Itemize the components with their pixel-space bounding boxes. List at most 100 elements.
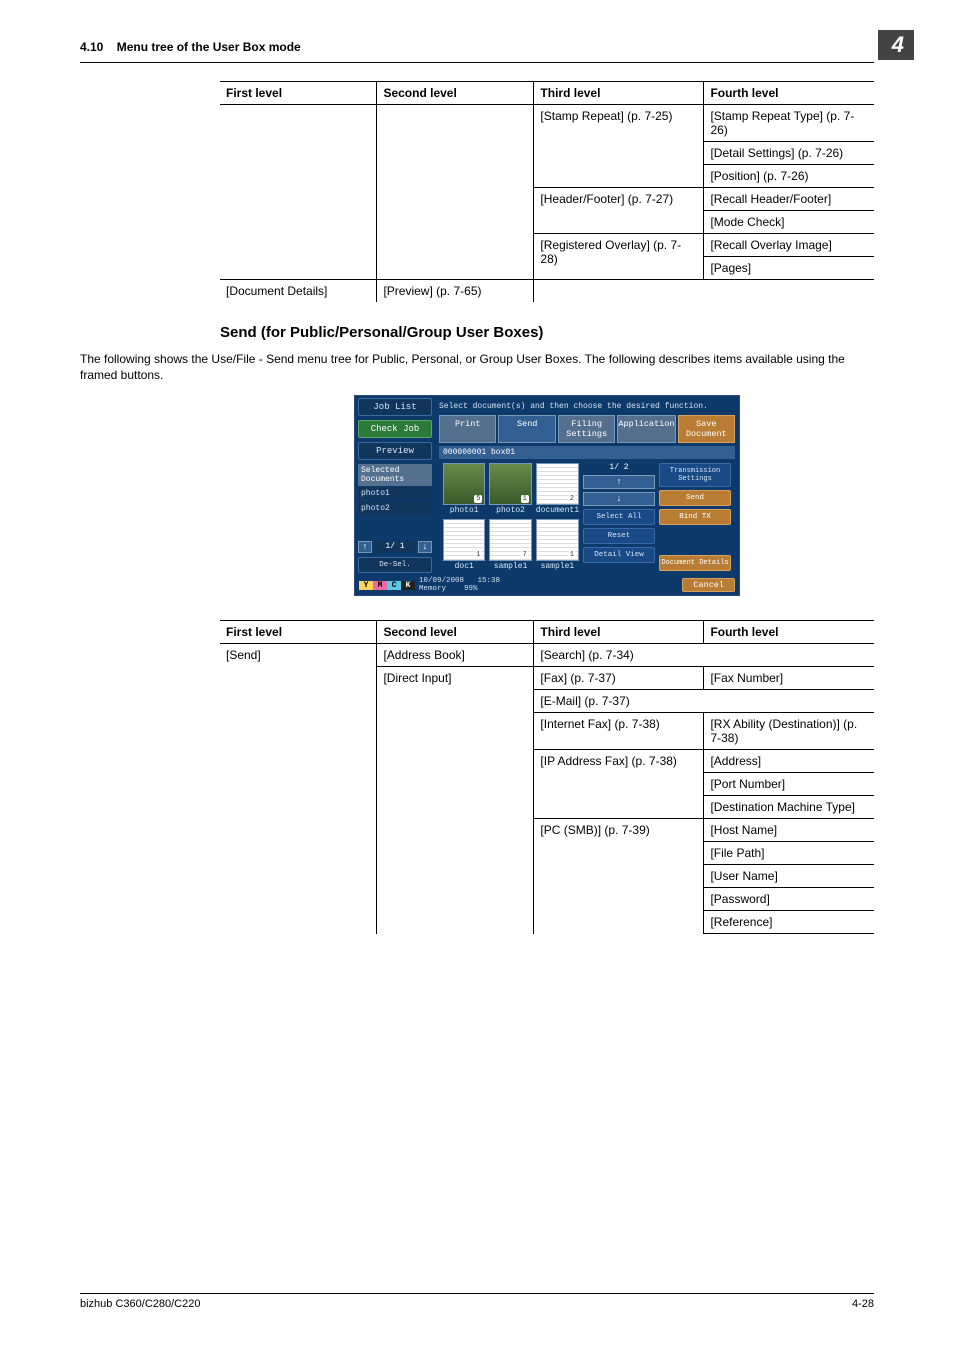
footer-model: bizhub C360/C280/C220 [80,1298,200,1310]
col-first: First level [220,82,377,105]
pager-text: 1/ 1 [374,541,416,552]
send-button[interactable]: Send [659,490,731,506]
toner-m-icon: M [373,581,387,590]
job-list-button[interactable]: Job List [358,398,432,416]
tab-save-document[interactable]: Save Document [678,415,735,443]
tab-application[interactable]: Application [617,415,675,443]
cell: [Document Details] [220,280,377,303]
cell: [Stamp Repeat] (p. 7-25) [534,105,704,188]
detail-view-button[interactable]: Detail View [583,547,655,563]
cell: [Stamp Repeat Type] (p. 7-26) [704,105,874,142]
cell [377,105,534,280]
selected-doc[interactable]: photo2 [358,502,432,515]
cell: [Direct Input] [377,667,534,934]
cell: [RX Ability (Destination)] (p. 7-38) [704,713,874,750]
page-count-badge: 7 [521,551,529,559]
deselect-button[interactable]: De-Sel. [358,557,432,573]
toner-y-icon: Y [359,581,373,590]
section-title: Menu tree of the User Box mode [117,40,301,54]
toner-c-icon: C [387,581,401,590]
thumbnail-label: photo2 [489,506,531,515]
thumbnail[interactable]: 1 [489,463,531,505]
cell: [File Path] [704,842,874,865]
select-all-button[interactable]: Select All [583,509,655,525]
reset-button[interactable]: Reset [583,528,655,544]
col-first: First level [220,621,377,644]
cell: [Internet Fax] (p. 7-38) [534,713,704,750]
cell: [Registered Overlay] (p. 7-28) [534,234,704,280]
col-fourth: Fourth level [704,82,874,105]
status-info: 10/09/2008 15:38 Memory 99% [419,577,500,594]
cell: [Position] (p. 7-26) [704,165,874,188]
cell: [Recall Overlay Image] [704,234,874,257]
section-number: 4.10 [80,40,103,54]
status-memory-label: Memory [419,585,446,593]
cell: [Header/Footer] (p. 7-27) [534,188,704,234]
toner-indicators: YMCK [359,580,415,590]
col-third: Third level [534,82,704,105]
cell: [Mode Check] [704,211,874,234]
box-id-bar: 000000001 box01 [439,446,735,459]
page-count-badge: 1 [568,551,576,559]
status-bar: YMCK 10/09/2008 15:38 Memory 99% Cancel [355,575,739,596]
down-arrow-icon[interactable]: ↓ [418,541,432,553]
tab-filing[interactable]: Filing Settings [558,415,615,443]
subsection-paragraph: The following shows the Use/File - Send … [80,351,874,383]
device-panel-screenshot: Job List Check Job Preview Selected Docu… [220,395,874,596]
chapter-number: 4 [878,30,914,60]
transmission-settings-button[interactable]: Transmission Settings [659,463,731,487]
cell: [Pages] [704,257,874,280]
cell: [E-Mail] (p. 7-37) [534,690,874,713]
cell: [Preview] (p. 7-65) [377,280,534,303]
preview-button[interactable]: Preview [358,442,432,460]
section-heading: 4.10 Menu tree of the User Box mode [80,40,301,54]
cell: [Recall Header/Footer] [704,188,874,211]
thumbnail[interactable]: 2 [536,463,579,505]
cell [220,105,377,280]
cell: [Password] [704,888,874,911]
cell: [Search] (p. 7-34) [534,644,874,667]
cell: [Fax] (p. 7-37) [534,667,704,690]
cell: [Fax Number] [704,667,874,690]
thumbnail-label: sample1 [489,562,531,571]
check-job-button[interactable]: Check Job [358,420,432,438]
col-third: Third level [534,621,704,644]
page-count-badge: 2 [568,495,576,503]
instruction-text: Select document(s) and then choose the d… [439,400,735,415]
cell: [Reference] [704,911,874,934]
selection-pager: ↑ 1/ 1 ↓ [358,541,432,553]
subsection-title: Send (for Public/Personal/Group User Box… [220,324,874,341]
cell: [IP Address Fax] (p. 7-38) [534,750,704,819]
tab-row: Print Send Filing Settings Application S… [439,415,735,443]
tab-send[interactable]: Send [498,415,555,443]
thumbnail-label: doc1 [443,562,485,571]
bind-tx-button[interactable]: Bind TX [659,509,731,525]
page-down-icon[interactable]: ↓ [583,492,655,506]
cell: [Address] [704,750,874,773]
page-up-icon[interactable]: ↑ [583,475,655,489]
col-fourth: Fourth level [704,621,874,644]
status-date: 10/09/2008 [419,577,464,585]
thumbnail[interactable]: 1 [536,519,579,561]
thumbnail-label: photo1 [443,506,485,515]
cancel-button[interactable]: Cancel [682,578,735,592]
up-arrow-icon[interactable]: ↑ [358,541,372,553]
page-indicator: 1/ 2 [583,463,655,472]
toner-k-icon: K [401,581,415,590]
menu-tree-send: First level Second level Third level Fou… [220,620,874,934]
status-time: 15:38 [478,577,501,585]
page-count-badge: 1 [521,495,529,503]
far-right-action-column: Transmission Settings Send Bind TX Docum… [659,463,731,571]
page-header: 4.10 Menu tree of the User Box mode 4 [80,40,874,63]
selected-doc[interactable]: photo1 [358,487,432,500]
tab-print[interactable]: Print [439,415,496,443]
cell: [Port Number] [704,773,874,796]
page-count-badge: 5 [474,495,482,503]
thumbnail[interactable]: 5 [443,463,485,505]
thumbnail[interactable]: 1 [443,519,485,561]
footer-page: 4-28 [852,1298,874,1310]
document-details-button[interactable]: Document Details [659,555,731,571]
status-memory-pct: 99% [464,585,478,593]
selected-docs-header: Selected Documents [358,464,432,486]
thumbnail[interactable]: 7 [489,519,531,561]
